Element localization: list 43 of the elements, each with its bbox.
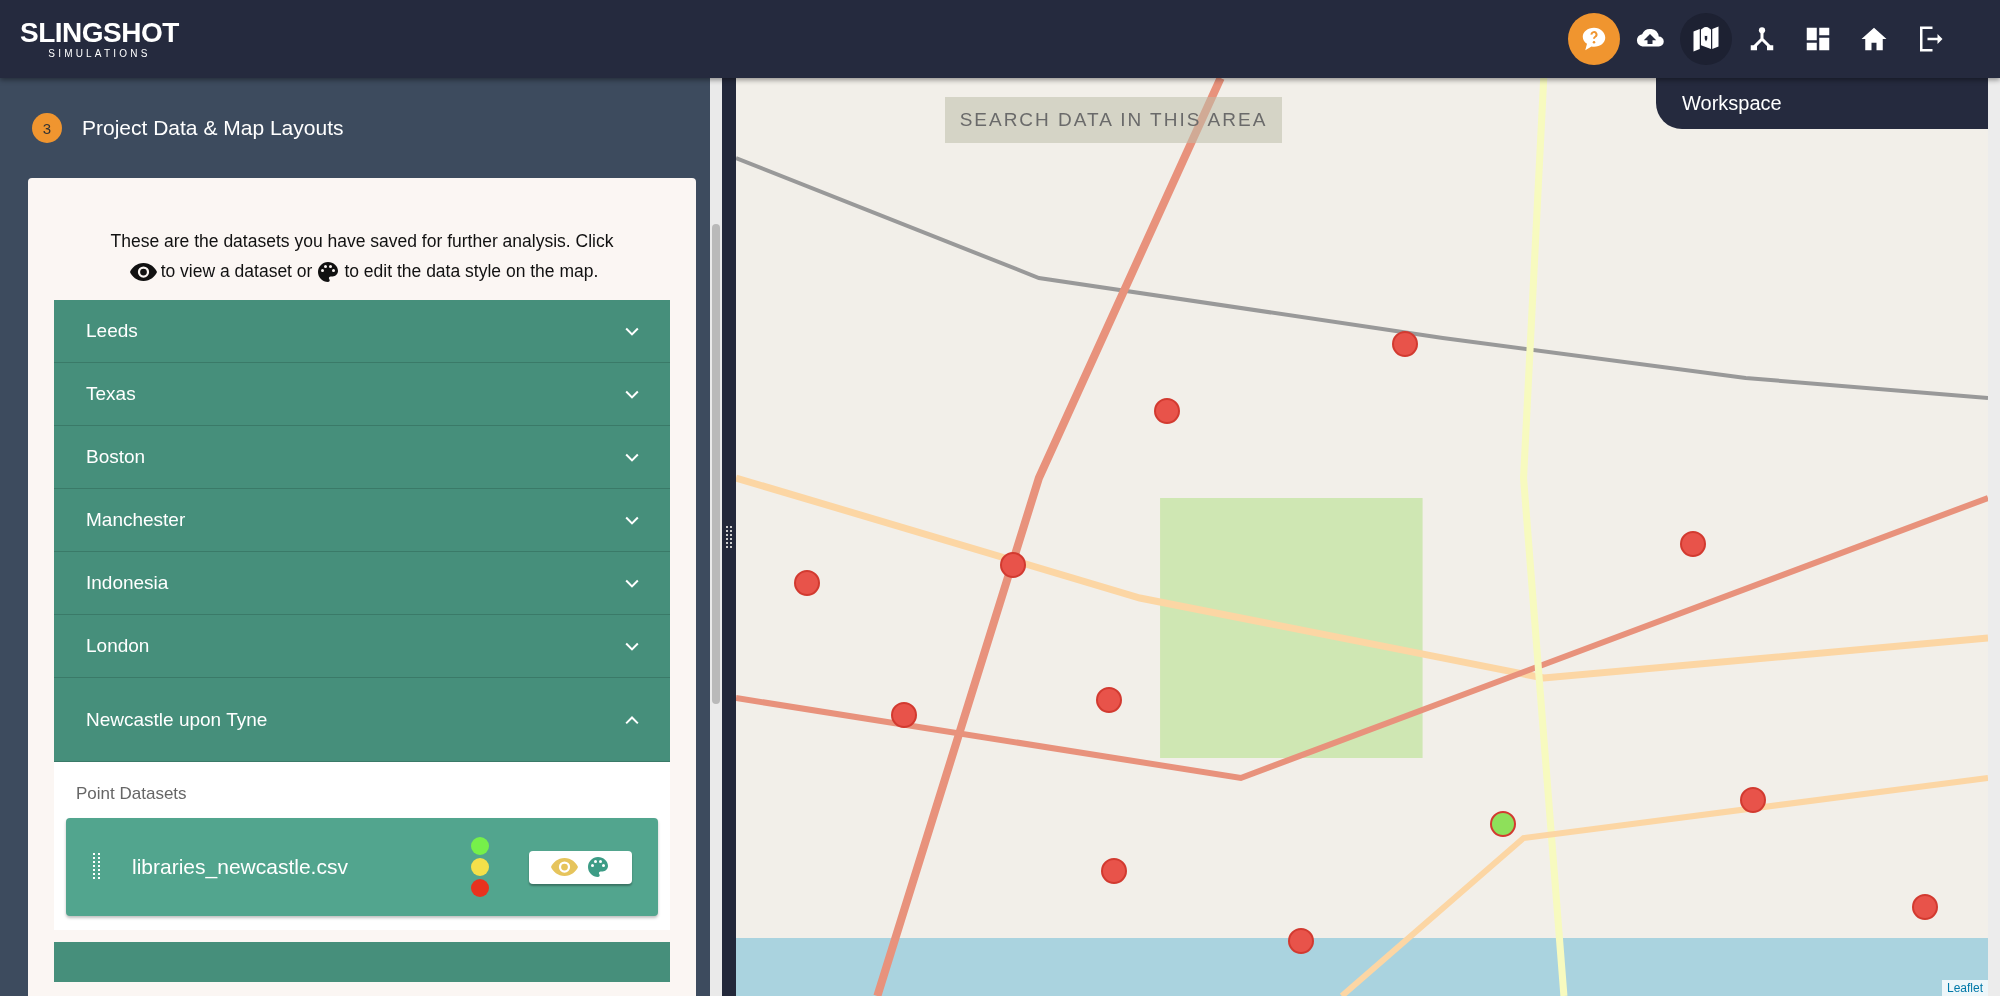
eye-icon — [129, 263, 157, 282]
map-marker[interactable] — [890, 702, 917, 729]
dataset-name: libraries_newcastle.csv — [132, 855, 349, 879]
attribution-link[interactable]: Leaflet — [1941, 980, 1988, 996]
step-number-badge: 3 — [32, 113, 62, 143]
intro-text: to edit the data style on the map. — [344, 261, 599, 281]
intro-text: to view a dataset or — [160, 261, 313, 281]
search-area-button[interactable]: SEARCH DATA IN THIS AREA — [945, 97, 1282, 143]
map-marker[interactable] — [1153, 398, 1180, 425]
map-marker[interactable] — [794, 569, 821, 596]
eye-icon — [551, 858, 578, 876]
map-pin-button[interactable] — [1680, 13, 1732, 65]
map-pin-icon — [1691, 24, 1721, 54]
tooltip: Workspace — [1656, 78, 1988, 129]
section-title: Project Data & Map Layouts — [82, 116, 344, 140]
scrollbar-track[interactable] — [1988, 78, 2000, 996]
project-accordion-header[interactable]: Leeds — [54, 300, 670, 363]
map-marker[interactable] — [1391, 331, 1418, 358]
map-marker[interactable] — [999, 552, 1026, 579]
project-accordion-header[interactable]: Indonesia — [54, 552, 670, 615]
map-marker[interactable] — [1096, 687, 1123, 714]
project-accordion-header[interactable]: Texas — [54, 363, 670, 426]
map-marker[interactable] — [1912, 893, 1939, 920]
map-marker[interactable] — [1739, 786, 1766, 813]
drag-handle-icon[interactable] — [92, 853, 102, 881]
map-marker[interactable] — [1101, 858, 1128, 885]
logo-subtitle: SIMULATIONS — [48, 48, 151, 60]
map-marker[interactable] — [1490, 811, 1517, 838]
project-accordion-header[interactable]: Boston — [54, 426, 670, 489]
project-accordion-header[interactable]: London — [54, 615, 670, 678]
scrollbar-thumb[interactable] — [712, 224, 720, 704]
logo-wordmark: SLINGSHOT — [20, 18, 179, 48]
section-label: Point Datasets — [75, 783, 188, 805]
map-placeholder[interactable]: SEARCH DATA IN THIS AREA Workspace Leaflet — [736, 78, 1988, 996]
project-accordion-header[interactable]: Manchester — [54, 489, 670, 552]
resize-grip-icon[interactable] — [726, 526, 732, 548]
map-marker[interactable] — [1679, 531, 1706, 558]
palette-icon — [586, 855, 610, 879]
map-marker[interactable] — [1287, 927, 1314, 954]
intro-text: These are the datasets you have saved for further analysis. Click — [110, 231, 614, 251]
project-accordion-header[interactable]: Newcastle upon Tyne — [54, 678, 670, 762]
help-chat-button[interactable] — [1568, 13, 1620, 65]
palette-icon — [316, 260, 341, 285]
